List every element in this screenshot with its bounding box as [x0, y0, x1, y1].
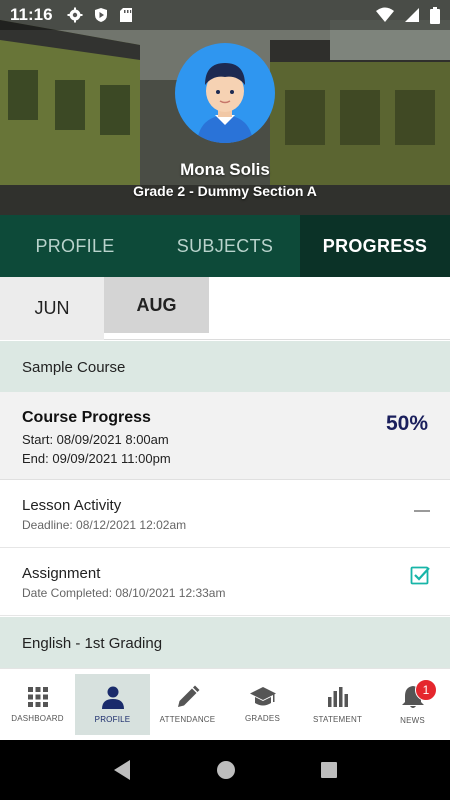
month-tab-aug[interactable]: AUG	[104, 277, 209, 333]
item-date-completed: Date Completed: 08/10/2021 12:33am	[22, 586, 226, 600]
item-title: Assignment	[22, 565, 101, 582]
wifi-icon	[376, 7, 394, 22]
nav-label: NEWS	[400, 716, 425, 725]
course-progress-end: End: 09/09/2021 11:00pm	[22, 451, 171, 466]
course-progress-percent: 50%	[385, 412, 428, 435]
back-triangle-icon[interactable]	[112, 759, 132, 781]
bottom-navigation: DASHBOARD PROFILE ATTENDANCE GRADES STAT…	[0, 668, 450, 740]
list-item-lesson-activity[interactable]: Lesson Activity Deadline: 08/12/2021 12:…	[0, 480, 450, 548]
course-progress-start: Start: 08/09/2021 8:00am	[22, 432, 169, 447]
month-tabs: JUN AUG	[0, 277, 450, 340]
month-tab-jun[interactable]: JUN	[0, 277, 104, 340]
recents-square-icon[interactable]	[320, 761, 338, 779]
settings-gear-icon	[67, 7, 83, 23]
tab-subjects[interactable]: SUBJECTS	[150, 215, 300, 277]
nav-attendance[interactable]: ATTENDANCE	[150, 669, 225, 740]
item-title: Lesson Activity	[22, 497, 122, 514]
play-protect-icon	[94, 8, 107, 22]
sd-card-icon	[119, 8, 132, 22]
profile-header: Mona Solis Grade 2 - Dummy Section A	[0, 0, 450, 215]
course-progress-title: Course Progress	[22, 409, 151, 426]
cellular-signal-icon	[405, 8, 419, 22]
app-screen: Mona Solis Grade 2 - Dummy Section A 11:…	[0, 0, 450, 800]
nav-news[interactable]: NEWS 1	[375, 669, 450, 740]
avatar-illustration	[197, 63, 253, 143]
news-notification-badge: 1	[415, 679, 437, 701]
pencil-icon	[177, 685, 199, 707]
course-header-english[interactable]: English - 1st Grading	[0, 617, 450, 669]
grid-icon	[27, 687, 48, 707]
tab-progress[interactable]: PROGRESS	[300, 215, 450, 277]
nav-statement[interactable]: STATEMENT	[300, 669, 375, 740]
student-name: Mona Solis	[180, 160, 270, 179]
system-navigation-bar	[0, 740, 450, 800]
student-avatar	[175, 43, 275, 143]
tab-profile[interactable]: PROFILE	[0, 215, 150, 277]
home-circle-icon[interactable]	[216, 760, 236, 780]
item-deadline: Deadline: 08/12/2021 12:02am	[22, 518, 187, 532]
graduation-cap-icon	[249, 687, 276, 706]
status-bar: 11:16	[0, 0, 450, 30]
bar-chart-icon	[327, 687, 348, 707]
nav-label: STATEMENT	[312, 715, 363, 724]
nav-label: DASHBOARD	[11, 714, 64, 723]
course-header-sample-course[interactable]: Sample Course	[0, 341, 450, 393]
nav-profile[interactable]: PROFILE	[75, 674, 150, 735]
list-item-assignment[interactable]: Assignment Date Completed: 08/10/2021 12…	[0, 548, 450, 616]
status-time: 11:16	[10, 5, 53, 24]
battery-icon	[430, 6, 440, 24]
nav-label: PROFILE	[94, 715, 131, 724]
course-progress-card: Course Progress Start: 08/09/2021 8:00am…	[0, 392, 450, 480]
person-icon	[101, 686, 124, 709]
nav-dashboard[interactable]: DASHBOARD	[0, 669, 75, 740]
student-section: Grade 2 - Dummy Section A	[133, 183, 317, 199]
completed-checkbox-icon	[410, 565, 430, 590]
main-tabs: PROFILE SUBJECTS PROGRESS	[0, 215, 450, 277]
pending-dash-icon	[414, 500, 430, 518]
nav-label: GRADES	[245, 714, 280, 723]
nav-grades[interactable]: GRADES	[225, 669, 300, 740]
nav-label: ATTENDANCE	[159, 715, 216, 724]
